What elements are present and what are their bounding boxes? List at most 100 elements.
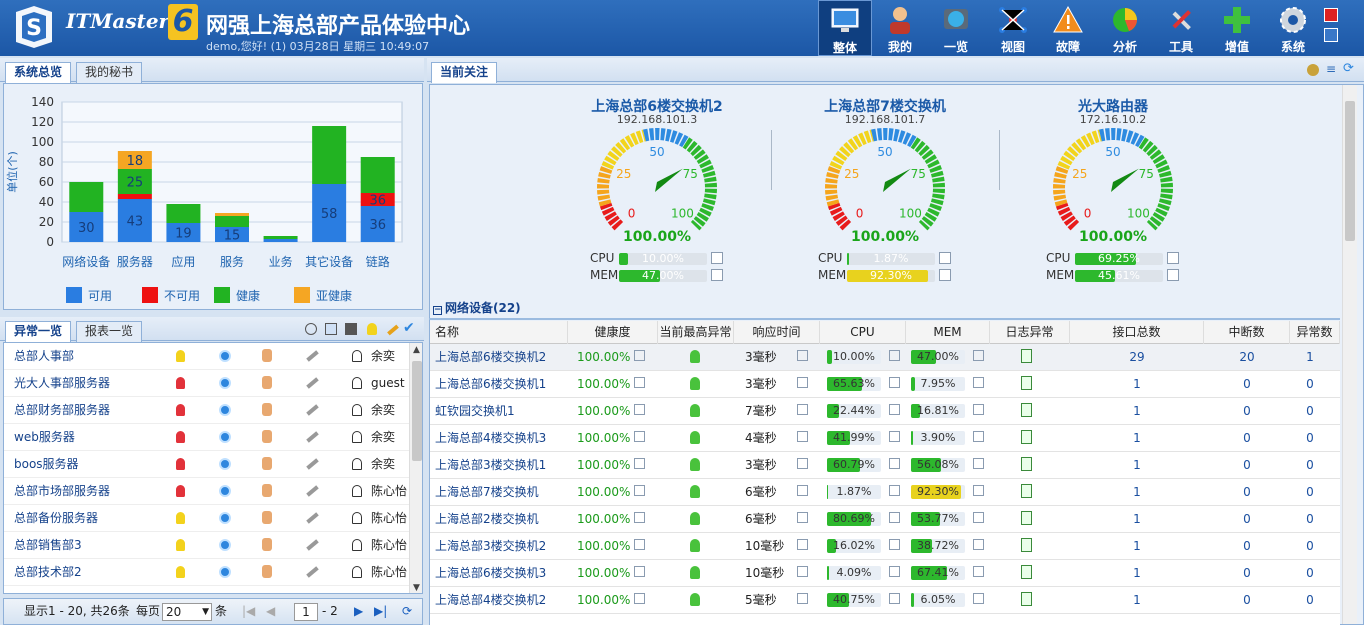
list-item[interactable]: web服务器 余奕 — [4, 424, 409, 451]
clock-icon[interactable] — [219, 404, 231, 416]
scroll-down-icon[interactable]: ▼ — [413, 583, 420, 593]
interface-total[interactable]: 1 — [1070, 425, 1204, 451]
hand-icon[interactable] — [262, 511, 272, 524]
hand-icon[interactable] — [262, 349, 272, 362]
trend-chart-icon[interactable] — [973, 431, 984, 442]
last-page-icon[interactable]: ▶| — [374, 599, 387, 624]
pencil-icon[interactable] — [306, 566, 319, 578]
trend-chart-icon[interactable] — [797, 377, 808, 388]
hand-icon[interactable] — [262, 430, 272, 443]
log-document-icon[interactable] — [1021, 538, 1032, 552]
column-header[interactable]: 当前最高异常 — [658, 321, 734, 344]
trend-chart-icon[interactable] — [1167, 269, 1179, 281]
trend-chart-icon[interactable] — [634, 350, 645, 361]
interface-total[interactable]: 1 — [1070, 479, 1204, 505]
trend-chart-icon[interactable] — [973, 350, 984, 361]
trend-chart-icon[interactable] — [889, 377, 900, 388]
trend-chart-icon[interactable] — [797, 485, 808, 496]
table-row[interactable]: 上海总部4楼交换机2 100.00% 5毫秒 40.75% 6.05% 1 0 0 — [430, 587, 1340, 614]
trend-chart-icon[interactable] — [634, 431, 645, 442]
nav-user[interactable]: 我的 — [873, 0, 927, 56]
trend-chart-icon[interactable] — [797, 539, 808, 550]
trend-chart-icon[interactable] — [797, 350, 808, 361]
interrupt-count[interactable]: 0 — [1204, 371, 1290, 397]
error-count[interactable]: 0 — [1290, 506, 1330, 532]
tab-exceptions[interactable]: 异常一览 — [5, 321, 72, 342]
trend-chart-icon[interactable] — [711, 269, 723, 281]
interface-total[interactable]: 1 — [1070, 506, 1204, 532]
list-item[interactable]: boos服务器 余奕 — [4, 451, 409, 478]
first-page-icon[interactable]: |◀ — [242, 599, 255, 624]
trend-chart-icon[interactable] — [889, 458, 900, 469]
tab-reports[interactable]: 报表一览 — [76, 321, 143, 342]
error-count[interactable]: 0 — [1290, 398, 1330, 424]
log-document-icon[interactable] — [1021, 565, 1032, 579]
clock-icon[interactable] — [219, 458, 231, 470]
scrollbar-thumb[interactable] — [412, 361, 422, 461]
refresh-focus-icon[interactable]: ⟳ — [1343, 61, 1354, 76]
clock-icon[interactable] — [219, 377, 231, 389]
bar-健康[interactable] — [69, 182, 104, 212]
trend-chart-icon[interactable] — [973, 512, 984, 523]
exception-name[interactable]: 总部人事部 — [14, 343, 74, 369]
refresh-icon[interactable]: ⟳ — [402, 599, 412, 624]
clock-icon[interactable] — [219, 539, 231, 551]
legend-label[interactable]: 不可用 — [164, 289, 200, 303]
device-name[interactable]: 上海总部6楼交换机2 — [435, 344, 546, 370]
error-count[interactable]: 0 — [1290, 587, 1330, 613]
bar-可用[interactable] — [263, 239, 298, 242]
exception-name[interactable]: 总部销售部3 — [14, 532, 82, 558]
column-header[interactable]: 接口总数 — [1070, 321, 1204, 344]
pencil-icon[interactable] — [306, 458, 319, 470]
trend-chart-icon[interactable] — [634, 593, 645, 604]
device-name[interactable]: 上海总部6楼交换机3 — [435, 560, 546, 586]
log-document-icon[interactable] — [1021, 457, 1032, 471]
close-window-icon[interactable] — [1324, 8, 1338, 22]
exception-name[interactable]: 总部技术部2 — [14, 559, 82, 585]
hand-icon[interactable] — [262, 457, 272, 470]
nav-monitor[interactable]: 整体 — [818, 0, 872, 56]
log-document-icon[interactable] — [1021, 430, 1032, 444]
bar-亚健康[interactable] — [215, 213, 249, 216]
pencil-icon[interactable] — [306, 350, 319, 362]
tab-current-focus[interactable]: 当前关注 — [431, 62, 498, 83]
exception-name[interactable]: 光大人事部服务器 — [14, 370, 110, 396]
hand-icon[interactable] — [262, 538, 272, 551]
interrupt-count[interactable]: 0 — [1204, 533, 1290, 559]
interrupt-count[interactable]: 0 — [1204, 560, 1290, 586]
interface-total[interactable]: 29 — [1070, 344, 1204, 370]
network-device-section[interactable]: − 网络设备(22) — [429, 296, 1340, 320]
clock-icon[interactable] — [219, 431, 231, 443]
clock-icon[interactable] — [219, 566, 231, 578]
focus-scrollbar[interactable] — [1342, 85, 1357, 624]
next-page-icon[interactable]: ▶ — [354, 599, 363, 624]
device-name[interactable]: 上海总部2楼交换机 — [435, 506, 539, 532]
error-count[interactable]: 0 — [1290, 371, 1330, 397]
hand-icon[interactable] — [262, 376, 272, 389]
table-row[interactable]: 上海总部3楼交换机2 100.00% 10毫秒 16.02% 38.72% 1 0 0 — [430, 533, 1340, 560]
interrupt-count[interactable]: 20 — [1204, 344, 1290, 370]
column-header[interactable]: 名称 — [430, 321, 568, 344]
error-count[interactable]: 1 — [1290, 344, 1330, 370]
log-document-icon[interactable] — [1021, 376, 1032, 390]
nav-globe[interactable]: 一览 — [929, 0, 983, 56]
trend-chart-icon[interactable] — [634, 512, 645, 523]
hand-icon[interactable] — [262, 403, 272, 416]
trend-chart-icon[interactable] — [797, 566, 808, 577]
exception-name[interactable]: web服务器 — [14, 424, 75, 450]
exit-icon[interactable] — [1324, 28, 1338, 42]
nav-warning[interactable]: 故障 — [1041, 0, 1095, 56]
trend-chart-icon[interactable] — [889, 593, 900, 604]
pencil-icon[interactable] — [306, 485, 319, 497]
trend-chart-icon[interactable] — [634, 485, 645, 496]
trend-chart-icon[interactable] — [634, 404, 645, 415]
trend-chart-icon[interactable] — [973, 458, 984, 469]
hand-icon[interactable] — [262, 484, 272, 497]
trend-chart-icon[interactable] — [889, 485, 900, 496]
interrupt-count[interactable]: 0 — [1204, 479, 1290, 505]
tab-system-overview[interactable]: 系统总览 — [5, 62, 72, 83]
table-row[interactable]: 上海总部2楼交换机 100.00% 6毫秒 80.69% 53.77% 1 0 0 — [430, 506, 1340, 533]
prev-page-icon[interactable]: ◀ — [266, 599, 275, 624]
device-name[interactable]: 上海总部3楼交换机1 — [435, 452, 546, 478]
hand-icon[interactable] — [262, 565, 272, 578]
